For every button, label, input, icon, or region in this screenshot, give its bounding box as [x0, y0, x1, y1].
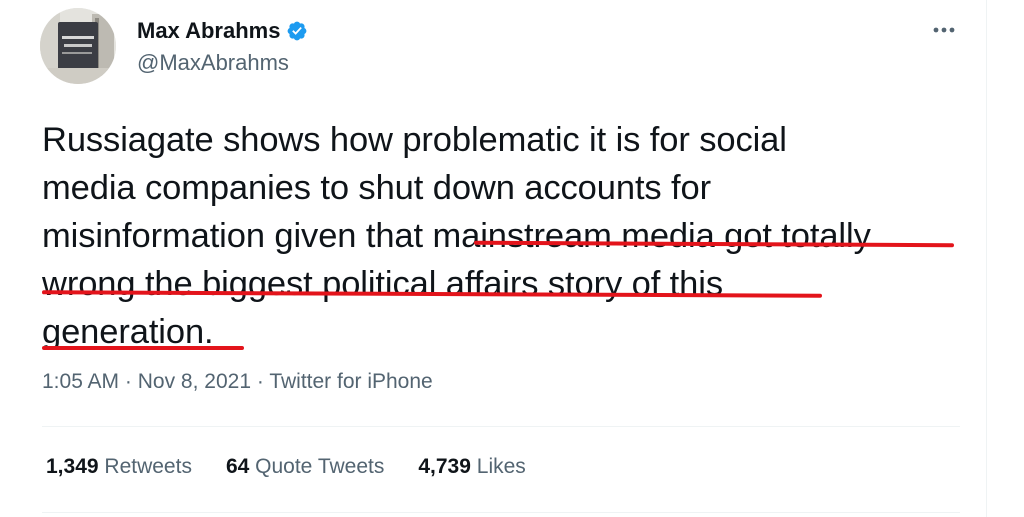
quote-tweets-label: Quote Tweets [255, 455, 385, 478]
likes-label: Likes [476, 455, 526, 478]
highlight-underline [42, 346, 244, 350]
tweet-source-link[interactable]: Twitter for iPhone [269, 370, 432, 393]
retweets-stat[interactable]: 1,349 Retweets [46, 455, 192, 479]
author-handle[interactable]: @MaxAbrahms [137, 50, 289, 76]
tweet-time-link[interactable]: 1:05 AM [42, 370, 119, 393]
author-row: Max Abrahms [137, 16, 308, 46]
avatar-image [40, 8, 116, 84]
divider [42, 426, 960, 427]
retweets-label: Retweets [104, 455, 192, 478]
more-options-icon[interactable] [928, 18, 960, 42]
meta-separator: · [124, 370, 132, 393]
quote-tweets-count: 64 [225, 455, 250, 478]
tweet-line: misinformation given that mainstream med… [42, 217, 871, 255]
likes-count: 4,739 [418, 455, 471, 478]
tweet-stats: 1,349 Retweets 64 Quote Tweets 4,739 Lik… [46, 455, 526, 479]
tweet-text: Russiagate shows how problematic it is f… [42, 116, 972, 356]
retweets-count: 1,349 [46, 455, 99, 478]
meta-separator: · [256, 370, 264, 393]
panel-border [986, 0, 987, 517]
tweet-line: Russiagate shows how problematic it is f… [42, 121, 787, 159]
tweet-line: media companies to shut down accounts fo… [42, 169, 712, 207]
quote-tweets-stat[interactable]: 64 Quote Tweets [226, 455, 384, 479]
verified-badge-icon [286, 20, 308, 42]
author-name[interactable]: Max Abrahms [137, 18, 280, 44]
tweet-line: wrong the biggest political affairs stor… [42, 265, 723, 303]
avatar[interactable] [40, 8, 116, 84]
likes-stat[interactable]: 4,739 Likes [418, 455, 525, 479]
divider [42, 512, 960, 513]
tweet-date-link[interactable]: Nov 8, 2021 [138, 370, 251, 393]
tweet-meta: 1:05 AM · Nov 8, 2021 · Twitter for iPho… [42, 370, 433, 394]
